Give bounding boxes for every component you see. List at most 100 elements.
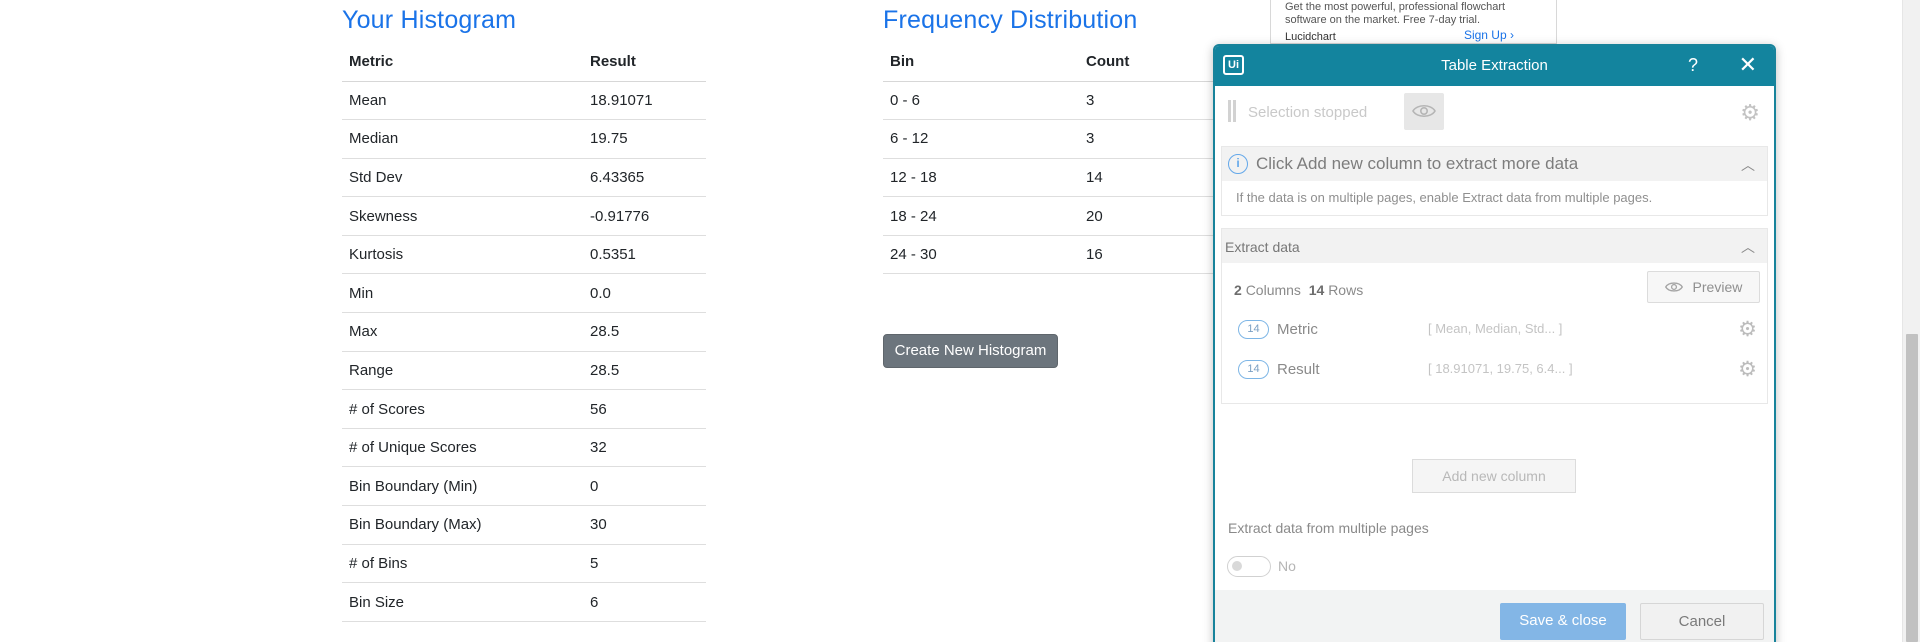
metric-cell: Mean [342,81,583,121]
result-cell: 28.5 [583,351,706,391]
pause-icon[interactable] [1228,100,1236,122]
result-cell: 30 [583,505,706,545]
selection-status: Selection stopped [1248,104,1368,121]
table-row: Bin Boundary (Max) 30 [342,505,706,545]
metric-cell: Median [342,119,583,159]
column-settings-gear-icon[interactable]: ⚙ [1738,317,1757,342]
result-cell: 28.5 [583,312,706,352]
result-cell: 18.91071 [583,81,706,121]
metric-cell: Bin Boundary (Max) [342,505,583,545]
table-row: Bin Size 6 [342,582,706,622]
info-panel: i Click Add new column to extract more d… [1221,146,1768,216]
extracted-column-row[interactable]: 14 Result [ 18.91071, 19.75, 6.4... ] ⚙ [1238,357,1757,383]
table-row: # of Bins 5 [342,544,706,584]
page-scrollbar[interactable] [1902,0,1920,642]
result-cell: 32 [583,428,706,468]
table-row: 12 - 18 14 [883,158,1243,198]
ad-brand: Lucidchart [1285,31,1336,43]
result-cell: 0 [583,466,706,507]
column-name: Result [1277,361,1320,378]
ad-text: Get the most powerful, professional flow… [1285,1,1506,26]
metric-cell: Range [342,351,583,391]
extracted-column-row[interactable]: 14 Metric [ Mean, Median, Std... ] ⚙ [1238,317,1757,343]
multi-page-label: Extract data from multiple pages [1228,520,1429,536]
result-cell: 0.5351 [583,235,706,275]
metric-cell: Max [342,312,583,352]
column-name: Metric [1277,321,1318,338]
extract-counts: 2 Columns 14 Rows [1234,282,1363,298]
result-cell: 56 [583,389,706,429]
dialog-body: Selection stopped ⚙ i Click Add new colu… [1215,86,1774,590]
table-row: 6 - 12 3 [883,119,1243,159]
table-row: 18 - 24 20 [883,196,1243,236]
selection-toolbar: Selection stopped ⚙ [1215,86,1774,138]
preview-button[interactable]: Preview [1647,271,1760,303]
result-cell: -0.91776 [583,196,706,236]
metric-cell: Bin Size [342,582,583,622]
metric-cell: Std Dev [342,158,583,198]
metric-cell: Min [342,273,583,314]
frequency-table: Bin Count 0 - 63 6 - 12 3 12 - 18 14 18 - … [883,42,1243,275]
columns-label: Columns [1245,282,1301,298]
metric-cell: # of Unique Scores [342,428,583,468]
cancel-button[interactable]: Cancel [1640,603,1764,640]
ad-banner[interactable]: Get the most powerful, professional flow… [1270,0,1557,44]
close-icon[interactable]: ✕ [1739,52,1757,78]
table-header-row: Bin Count [883,42,1243,82]
bin-cell: 6 - 12 [883,119,1079,159]
extract-data-panel: Extract data ︿ 2 Columns 14 Rows Preview… [1221,228,1768,404]
dialog-titlebar[interactable]: Ui Table Extraction ? ✕ [1215,46,1774,86]
save-and-close-button[interactable]: Save & close [1500,603,1626,640]
add-new-column-button[interactable]: Add new column [1412,459,1576,493]
metric-cell: Kurtosis [342,235,583,275]
bin-cell: 0 - 6 [883,81,1079,121]
metric-cell: # of Bins [342,544,583,584]
table-row: Mean 18.91071 [342,81,706,121]
eye-icon[interactable] [1404,93,1444,130]
table-row: Std Dev 6.43365 [342,158,706,198]
ad-signup-label[interactable]: Sign Up [1464,28,1507,42]
table-row: Max 28.5 [342,312,706,352]
settings-gear-icon[interactable]: ⚙ [1740,100,1760,126]
multi-page-toggle[interactable] [1227,556,1271,577]
column-settings-gear-icon[interactable]: ⚙ [1738,357,1757,382]
toggle-knob [1232,561,1242,571]
metric-cell: Bin Boundary (Min) [342,466,583,507]
result-cell: 5 [583,544,706,584]
table-extraction-dialog: Ui Table Extraction ? ✕ Selection stoppe… [1213,44,1776,642]
metric-cell: # of Scores [342,389,583,429]
table-row: 24 - 30 16 [883,235,1243,275]
table-row: 0 - 63 [883,81,1243,121]
help-icon[interactable]: ? [1688,55,1698,76]
info-panel-header[interactable]: i Click Add new column to extract more d… [1222,147,1767,181]
chevron-up-icon[interactable]: ︿ [1741,155,1755,175]
multi-page-value: No [1278,558,1296,574]
result-cell: 6.43365 [583,158,706,198]
extract-data-header[interactable]: Extract data ︿ [1222,229,1767,263]
column-preview: [ Mean, Median, Std... ] [1428,321,1563,336]
column-preview: [ 18.91071, 19.75, 6.4... ] [1428,361,1573,376]
column-count-badge: 14 [1238,360,1269,379]
table-row: Kurtosis 0.5351 [342,235,706,275]
result-cell: 6 [583,582,706,622]
result-cell: 19.75 [583,119,706,159]
rows-label: Rows [1328,282,1364,298]
info-title: Click Add new column to extract more dat… [1256,154,1579,173]
frequency-title: Frequency Distribution [883,6,1138,34]
column-header-metric: Metric [342,42,583,82]
ad-signup-link[interactable]: Sign Up › [1464,29,1514,42]
columns-count: 2 [1234,282,1242,298]
column-header-bin: Bin [883,42,1079,82]
table-row: Bin Boundary (Min) 0 [342,466,706,507]
bin-cell: 18 - 24 [883,196,1079,236]
table-row: Min 0.0 [342,273,706,314]
result-cell: 0.0 [583,273,706,314]
scrollbar-thumb[interactable] [1906,334,1918,642]
create-new-histogram-button[interactable]: Create New Histogram [883,334,1058,368]
table-row: Median 19.75 [342,119,706,159]
column-count-badge: 14 [1238,320,1269,339]
preview-label: Preview [1692,279,1743,295]
chevron-up-icon[interactable]: ︿ [1741,237,1755,257]
table-row: # of Scores 56 [342,389,706,429]
column-header-result: Result [583,42,706,82]
